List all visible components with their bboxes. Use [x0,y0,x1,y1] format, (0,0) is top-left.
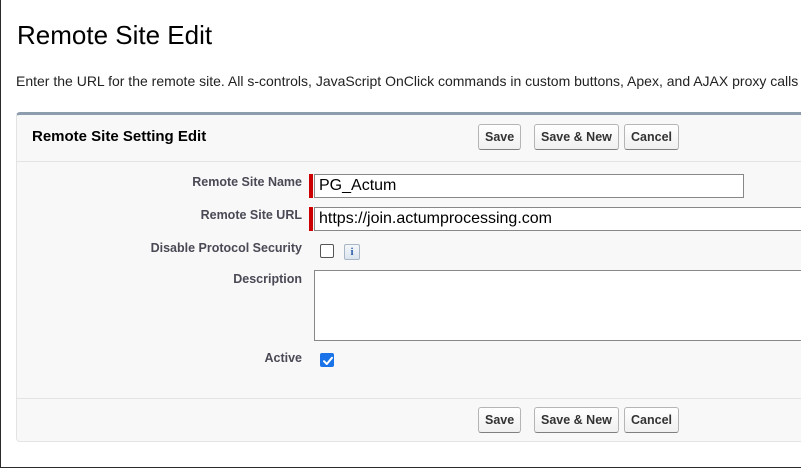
required-indicator [309,207,313,231]
description-label: Description [233,272,302,286]
description-textarea[interactable] [314,270,801,341]
cancel-button-bottom[interactable]: Cancel [624,407,679,433]
checkmark-icon [323,356,333,365]
active-checkbox[interactable] [320,353,334,367]
save-and-new-button-top[interactable]: Save & New [534,124,619,150]
remote-site-edit-panel: Remote Site Setting Edit Save Save & New… [16,112,801,442]
remote-site-url-input[interactable] [314,207,801,231]
cancel-button-top[interactable]: Cancel [624,124,679,150]
save-button-bottom[interactable]: Save [478,407,522,433]
panel-title: Remote Site Setting Edit [32,128,207,145]
remote-site-name-input[interactable] [314,174,744,198]
required-indicator [309,174,313,198]
active-label: Active [264,351,302,365]
save-and-new-button-bottom[interactable]: Save & New [534,407,619,433]
save-button-top[interactable]: Save [478,124,522,150]
panel-footer: Save Save & New Cancel [17,398,801,441]
panel-header: Remote Site Setting Edit Save Save & New… [17,115,801,162]
page-intro-text: Enter the URL for the remote site. All s… [16,73,801,89]
disable-protocol-security-label: Disable Protocol Security [150,241,302,255]
page-title: Remote Site Edit [17,20,213,50]
remote-site-url-label: Remote Site URL [200,208,302,222]
remote-site-name-label: Remote Site Name [192,175,302,189]
disable-protocol-security-checkbox[interactable] [320,244,334,258]
info-icon[interactable]: i [344,244,360,260]
